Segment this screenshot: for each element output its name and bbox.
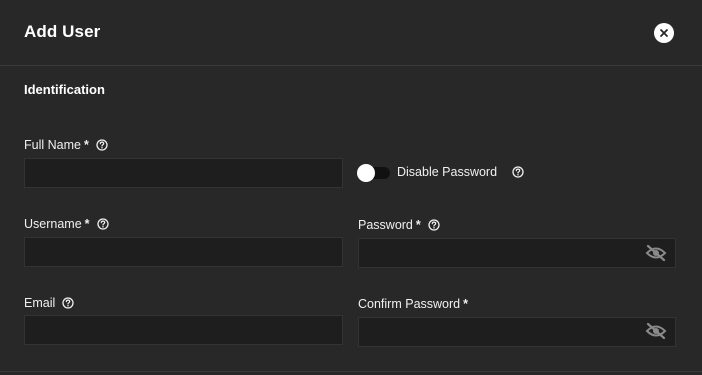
confirm-password-input[interactable] xyxy=(358,317,676,347)
password-label: Password * xyxy=(358,218,440,232)
password-input[interactable] xyxy=(358,238,676,268)
confirm-password-label: Confirm Password * xyxy=(358,297,468,311)
dialog-header: Add User xyxy=(0,0,702,66)
help-circle-icon[interactable] xyxy=(96,139,108,151)
username-label: Username * xyxy=(24,217,109,231)
required-marker: * xyxy=(84,217,90,231)
disable-password-label: Disable Password xyxy=(397,165,524,179)
close-icon xyxy=(660,29,668,37)
disable-password-toggle[interactable] xyxy=(357,163,391,183)
full-name-label: Full Name * xyxy=(24,138,108,152)
disable-password-label-text: Disable Password xyxy=(397,165,498,179)
required-marker: * xyxy=(463,297,468,311)
username-input[interactable] xyxy=(24,237,343,267)
help-circle-icon[interactable] xyxy=(512,166,524,178)
email-label: Email xyxy=(24,296,74,310)
email-label-text: Email xyxy=(24,296,56,310)
full-name-input[interactable] xyxy=(24,158,343,188)
section-title: Identification xyxy=(24,82,105,97)
username-label-text: Username xyxy=(24,217,82,231)
confirm-password-label-text: Confirm Password xyxy=(358,297,461,311)
dialog-title: Add User xyxy=(24,22,101,41)
eye-off-icon[interactable] xyxy=(645,322,667,340)
password-label-text: Password xyxy=(358,218,413,232)
full-name-label-text: Full Name xyxy=(24,138,81,152)
eye-off-icon[interactable] xyxy=(645,244,667,262)
required-marker: * xyxy=(415,218,421,232)
divider xyxy=(0,371,702,372)
close-button[interactable] xyxy=(654,23,674,43)
required-marker: * xyxy=(83,138,89,152)
help-circle-icon[interactable] xyxy=(62,297,74,309)
help-circle-icon[interactable] xyxy=(96,218,109,230)
toggle-knob xyxy=(357,164,375,182)
help-circle-icon[interactable] xyxy=(428,219,440,231)
email-input[interactable] xyxy=(24,315,343,345)
